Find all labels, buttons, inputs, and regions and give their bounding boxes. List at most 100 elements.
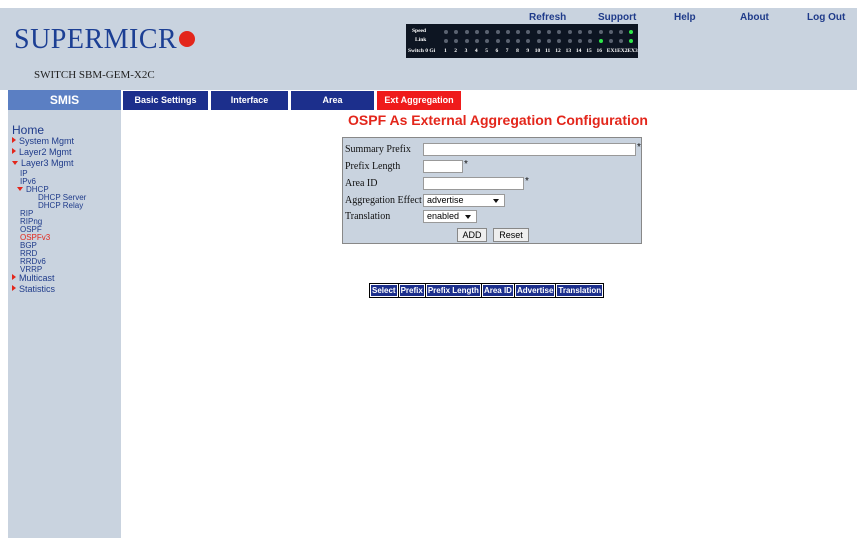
link-led: [444, 39, 448, 43]
link-led: [608, 39, 613, 43]
area-id-input[interactable]: [423, 177, 524, 190]
link-led: [505, 39, 510, 43]
port-number: EX2: [617, 48, 628, 54]
sidebar-item-statistics[interactable]: Statistics: [12, 284, 55, 294]
aggregation-form: Summary Prefix * Prefix Length * Area ID…: [342, 137, 642, 244]
expand-arrow-icon: [12, 285, 16, 291]
speed-led: [516, 30, 521, 34]
tab-area[interactable]: Area: [291, 91, 374, 110]
summary-prefix-label: Summary Prefix: [345, 144, 411, 155]
refresh-link[interactable]: Refresh: [529, 12, 566, 23]
col-translation: Translation: [556, 284, 604, 297]
tab-basic-settings[interactable]: Basic Settings: [123, 91, 208, 110]
sidebar-item-label: Multicast: [19, 273, 55, 283]
sidebar-item-layer2-mgmt[interactable]: Layer2 Mgmt: [12, 147, 72, 157]
add-button[interactable]: ADD: [457, 228, 487, 242]
reset-button[interactable]: Reset: [493, 228, 529, 242]
speed-led: [577, 30, 582, 34]
speed-led: [619, 30, 624, 34]
port-number: 8: [516, 48, 519, 54]
speed-led: [474, 30, 479, 34]
col-prefix-length: Prefix Length: [425, 284, 481, 297]
col-select: Select: [370, 284, 398, 297]
port-status-panel: Speed Link Switch 0 Gi 1 2 3 4 5 6 7 8 9 10 11 12 13 14 1…: [406, 24, 638, 58]
port-number: 16: [596, 48, 603, 54]
switch-name: SWITCH SBM-GEM-X2C: [34, 69, 155, 81]
aggregation-effect-select[interactable]: advertise: [423, 194, 505, 207]
sidebar-item-label: Layer2 Mgmt: [19, 147, 72, 157]
sidebar-item-home[interactable]: Home: [12, 123, 44, 137]
switch-label: Switch 0 Gi: [408, 48, 436, 54]
port-number: EX3: [627, 48, 638, 54]
port-number: EX1: [606, 48, 618, 54]
prefix-length-input[interactable]: [423, 160, 463, 173]
link-led: [474, 39, 479, 43]
link-led: [485, 39, 490, 43]
port-number: 6: [495, 48, 499, 54]
port-number: 10: [534, 48, 541, 54]
chevron-down-icon: [465, 215, 471, 219]
speed-led: [588, 30, 593, 34]
expand-arrow-icon: [12, 274, 16, 280]
speed-led: [464, 30, 469, 34]
link-led: [464, 39, 469, 43]
sidebar-item-multicast[interactable]: Multicast: [12, 273, 55, 283]
translation-select[interactable]: enabled: [423, 210, 477, 223]
summary-prefix-input[interactable]: [423, 143, 636, 156]
port-number: 12: [555, 48, 561, 54]
link-led: [495, 39, 500, 43]
port-number: 4: [474, 48, 478, 54]
link-led: [454, 39, 459, 43]
logout-link[interactable]: Log Out: [807, 12, 845, 23]
smis-title: SMIS: [8, 90, 121, 110]
chevron-down-icon: [493, 199, 499, 203]
about-link[interactable]: About: [740, 12, 769, 23]
speed-led: [557, 30, 562, 34]
required-marker: *: [525, 176, 529, 187]
port-number: 3: [464, 48, 468, 54]
port-number: 7: [505, 48, 509, 54]
speed-led: [454, 30, 459, 34]
aggregation-effect-value: advertise: [427, 195, 464, 205]
link-led: [516, 39, 521, 43]
link-led: [526, 39, 531, 43]
logo-o-dot: [179, 31, 196, 47]
sidebar-item-layer3-mgmt[interactable]: Layer3 Mgmt: [12, 158, 74, 168]
tab-ext-aggregation[interactable]: Ext Aggregation: [377, 91, 461, 110]
link-row-label: Link: [415, 37, 427, 43]
port-number: 5: [485, 48, 488, 54]
speed-led: [629, 30, 634, 34]
sidebar-item-dhcp-relay[interactable]: DHCP Relay: [38, 201, 83, 210]
col-prefix: Prefix: [398, 284, 425, 297]
link-led: [577, 39, 582, 43]
port-number: 9: [526, 48, 530, 54]
collapse-arrow-icon: [12, 161, 18, 165]
speed-led: [495, 30, 500, 34]
port-number: 14: [575, 48, 582, 54]
sidebar-item-label: Statistics: [19, 284, 56, 294]
speed-led: [567, 30, 572, 34]
port-number: 1: [444, 48, 447, 54]
port-number: 13: [565, 48, 572, 54]
speed-led: [526, 30, 531, 34]
port-number: 15: [586, 48, 592, 54]
link-led: [588, 39, 593, 43]
link-led: [619, 39, 624, 43]
area-id-label: Area ID: [345, 178, 378, 189]
help-link[interactable]: Help: [674, 12, 696, 23]
sidebar-item-system-mgmt[interactable]: System Mgmt: [12, 136, 74, 146]
col-advertise: Advertise: [514, 284, 556, 297]
support-link[interactable]: Support: [598, 12, 636, 23]
link-led: [536, 39, 541, 43]
link-led: [547, 39, 551, 43]
translation-value: enabled: [427, 211, 460, 221]
port-number: 2: [454, 48, 458, 54]
supermicro-logo: SUPERMICR: [14, 24, 196, 56]
logo-text: SUPERMICR: [14, 24, 178, 55]
tab-interface[interactable]: Interface: [211, 91, 288, 110]
sidebar-item-label: Layer3 Mgmt: [21, 158, 74, 168]
port-number: 11: [545, 48, 551, 54]
link-led: [557, 39, 562, 43]
link-led: [598, 39, 603, 43]
speed-led: [598, 30, 603, 34]
